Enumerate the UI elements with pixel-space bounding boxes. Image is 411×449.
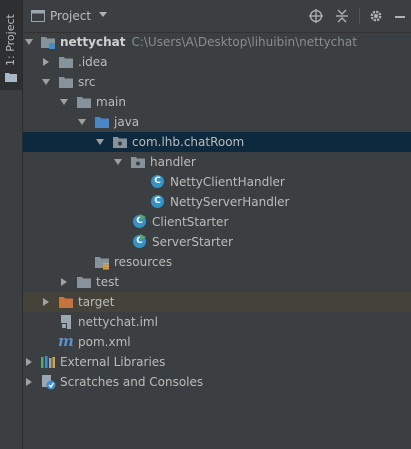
tree-node-java[interactable]: java — [23, 112, 411, 132]
tree-node-label: target — [78, 295, 115, 309]
folder-icon — [59, 57, 73, 68]
tree-node-label: com.lhb.chatRoom — [132, 135, 245, 149]
tool-window-strip: 1: Project — [0, 0, 23, 449]
tree-node-label: External Libraries — [60, 355, 166, 369]
project-path: C:\Users\A\Desktop\lihuibin\nettychat — [131, 35, 357, 49]
collapse-all-icon[interactable] — [335, 9, 349, 23]
tree-node-serverstarter[interactable]: C ServerStarter — [23, 232, 411, 252]
expanded-arrow-icon[interactable] — [25, 38, 33, 46]
tree-node-label: handler — [150, 155, 196, 169]
run-marker-icon — [140, 234, 146, 240]
expanded-arrow-icon[interactable] — [114, 158, 122, 166]
tree-node-nettychat-iml[interactable]: nettychat.iml — [23, 312, 411, 332]
excluded-folder-icon — [59, 297, 73, 308]
tree-node-idea[interactable]: .idea — [23, 52, 411, 72]
collapsed-arrow-icon[interactable] — [60, 278, 68, 286]
tree-node-label: test — [96, 275, 120, 289]
gear-icon[interactable] — [369, 9, 383, 23]
tree-node-label: java — [114, 115, 140, 129]
folder-icon — [77, 97, 91, 108]
scratches-icon — [42, 375, 56, 390]
tree-node-handler[interactable]: handler — [23, 152, 411, 172]
class-icon: C — [151, 195, 164, 208]
folder-icon — [5, 73, 17, 82]
project-tab-label: 1: Project — [4, 14, 17, 66]
package-icon — [131, 157, 145, 168]
tree-node-label: pom.xml — [78, 335, 131, 349]
collapsed-arrow-icon[interactable] — [25, 358, 33, 366]
run-marker-icon — [140, 214, 146, 220]
tree-node-com-lhb-chatroom[interactable]: com.lhb.chatRoom — [23, 132, 411, 152]
project-panel: Project nettychat C:\Users\A\Desktop\lih… — [23, 0, 411, 449]
collapsed-arrow-icon[interactable] — [42, 58, 50, 66]
folder-icon — [59, 77, 73, 88]
tree-node-scratches[interactable]: Scratches and Consoles — [23, 372, 411, 392]
locate-icon[interactable] — [309, 9, 323, 23]
project-panel-header: Project — [23, 0, 411, 33]
folder-icon — [77, 277, 91, 288]
tree-node-test[interactable]: test — [23, 272, 411, 292]
iml-file-icon — [61, 315, 71, 329]
package-icon — [113, 137, 127, 148]
expanded-arrow-icon[interactable] — [78, 118, 86, 126]
hide-icon[interactable] — [393, 9, 407, 23]
tree-node-src[interactable]: src — [23, 72, 411, 92]
resources-folder-icon — [95, 257, 109, 270]
module-folder-icon — [41, 37, 55, 49]
tree-node-target[interactable]: target — [23, 292, 411, 312]
tree-node-nettyserverhandler[interactable]: C NettyServerHandler — [23, 192, 411, 212]
collapsed-arrow-icon[interactable] — [25, 378, 33, 386]
class-icon: C — [151, 175, 164, 188]
project-icon — [31, 10, 45, 22]
expanded-arrow-icon[interactable] — [60, 98, 68, 106]
tree-node-label: NettyServerHandler — [170, 195, 290, 209]
project-tool-window-tab[interactable]: 1: Project — [0, 0, 22, 90]
panel-title[interactable]: Project — [50, 9, 91, 23]
tree-node-label: nettychat — [60, 35, 126, 49]
maven-icon: m — [58, 332, 74, 350]
tree-node-label: nettychat.iml — [78, 315, 158, 329]
tree-node-label: ClientStarter — [152, 215, 229, 229]
expanded-arrow-icon[interactable] — [42, 78, 50, 86]
tree-node-label: ServerStarter — [152, 235, 233, 249]
tree-node-pom-xml[interactable]: m pom.xml — [23, 332, 411, 352]
chevron-down-icon[interactable] — [98, 11, 108, 19]
tree-node-label: .idea — [78, 55, 108, 69]
tree-node-label: Scratches and Consoles — [60, 375, 204, 389]
collapsed-arrow-icon[interactable] — [42, 298, 50, 306]
tree-node-nettychat[interactable]: nettychat C:\Users\A\Desktop\lihuibin\net… — [23, 32, 411, 52]
tree-node-label: resources — [114, 255, 173, 269]
tree-node-main[interactable]: main — [23, 92, 411, 112]
expanded-arrow-icon[interactable] — [96, 138, 104, 146]
source-folder-icon — [95, 117, 109, 128]
tree-node-nettyclienthandler[interactable]: C NettyClientHandler — [23, 172, 411, 192]
tree-node-external-libraries[interactable]: External Libraries — [23, 352, 411, 372]
tree-node-label: main — [96, 95, 126, 109]
header-divider — [359, 8, 360, 24]
libraries-icon — [41, 356, 55, 368]
tree-node-label: src — [78, 75, 96, 89]
tree-node-clientstarter[interactable]: C ClientStarter — [23, 212, 411, 232]
tree-node-label: NettyClientHandler — [170, 175, 285, 189]
tree-node-resources[interactable]: resources — [23, 252, 411, 272]
